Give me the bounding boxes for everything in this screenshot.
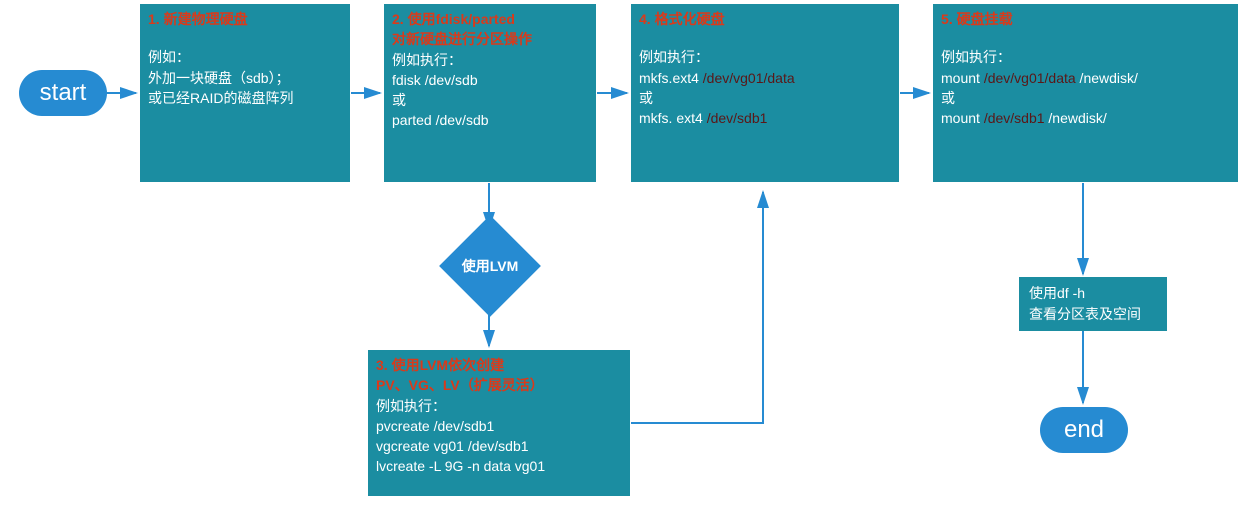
box2-line1: fdisk /dev/sdb (392, 70, 588, 90)
box5-line1: mount /dev/vg01/data /newdisk/ (941, 68, 1230, 88)
end-node: end (1040, 407, 1128, 453)
box3-line3: lvcreate -L 9G -n data vg01 (376, 456, 622, 476)
box-df: 使用df -h 查看分区表及空间 (1019, 277, 1167, 331)
box2-title: 2. 使用fdisk/parted (392, 9, 588, 29)
box-lvm: 3. 使用LVM依次创建 PV、VG、LV（扩展灵活） 例如执行： pvcrea… (367, 349, 631, 497)
box4-line1: mkfs.ext4 /dev/vg01/data (639, 68, 891, 88)
box4-line2: mkfs. ext4 /dev/sdb1 (639, 108, 891, 128)
box1-title: 1. 新建物理硬盘 (148, 9, 342, 29)
box5-eg: 例如执行： (941, 47, 1230, 67)
box-mount: 5. 硬盘挂载 例如执行： mount /dev/vg01/data /newd… (932, 3, 1239, 183)
decision-lvm: 使用LVM (454, 230, 526, 302)
box2-line2: parted /dev/sdb (392, 110, 588, 130)
box5-title: 5. 硬盘挂载 (941, 9, 1230, 29)
box4-eg: 例如执行： (639, 47, 891, 67)
box3-line1: pvcreate /dev/sdb1 (376, 416, 622, 436)
box-new-disk: 1. 新建物理硬盘 例如： 外加一块硬盘（sdb）； 或已经RAID的磁盘阵列 (139, 3, 351, 183)
box4-title: 4. 格式化硬盘 (639, 9, 891, 29)
decision-label: 使用LVM (462, 256, 519, 276)
box5-or: 或 (941, 88, 1230, 108)
box3-eg: 例如执行： (376, 396, 622, 416)
box3-title2: PV、VG、LV（扩展灵活） (376, 375, 622, 395)
box3-line2: vgcreate vg01 /dev/sdb1 (376, 436, 622, 456)
box6-line1: 使用df -h (1029, 283, 1157, 304)
box-partition: 2. 使用fdisk/parted 对新硬盘进行分区操作 例如执行： fdisk… (383, 3, 597, 183)
box1-line1: 外加一块硬盘（sdb）； (148, 68, 342, 88)
box6-line2: 查看分区表及空间 (1029, 304, 1157, 325)
end-label: end (1064, 416, 1104, 444)
box2-eg: 例如执行： (392, 50, 588, 70)
start-label: start (40, 79, 87, 107)
box4-or: 或 (639, 88, 891, 108)
box1-eg: 例如： (148, 47, 342, 67)
box2-title2: 对新硬盘进行分区操作 (392, 29, 588, 49)
box2-or: 或 (392, 90, 588, 110)
box5-line2: mount /dev/sdb1 /newdisk/ (941, 108, 1230, 128)
box1-line2: 或已经RAID的磁盘阵列 (148, 88, 342, 108)
box3-title1: 3. 使用LVM依次创建 (376, 355, 622, 375)
box-format: 4. 格式化硬盘 例如执行： mkfs.ext4 /dev/vg01/data … (630, 3, 900, 183)
start-node: start (19, 70, 107, 116)
